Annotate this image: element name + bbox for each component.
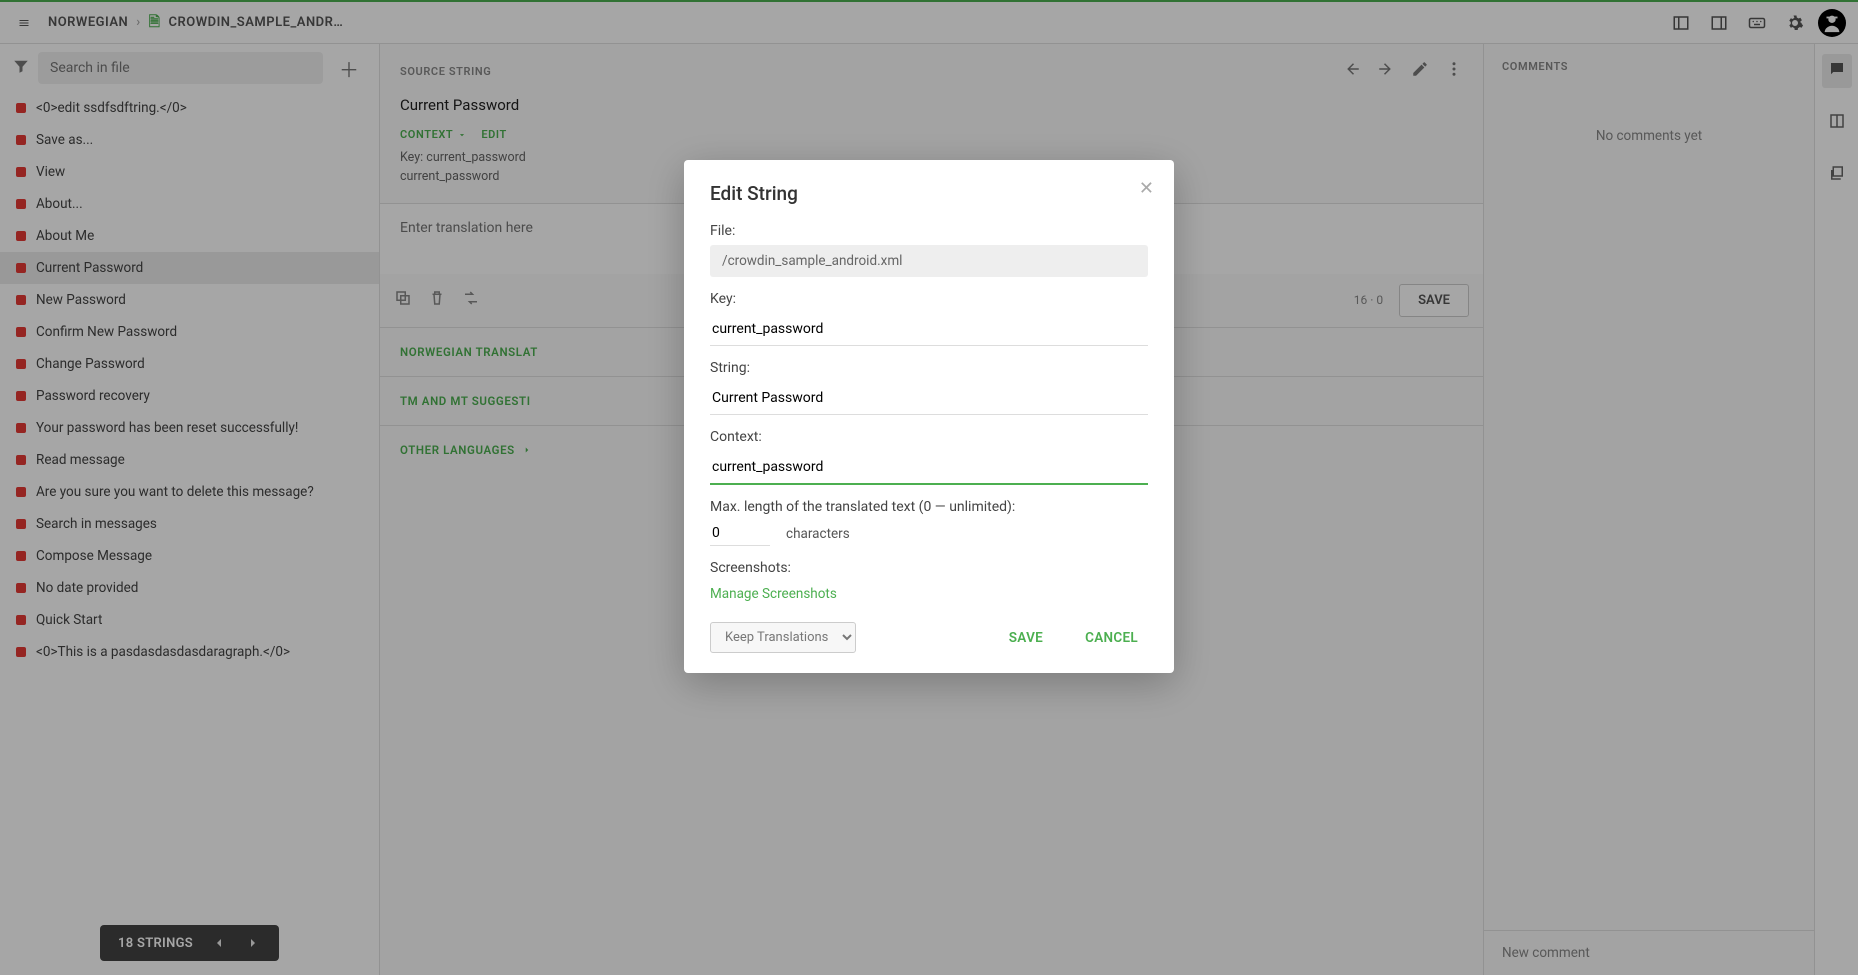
- keep-translations-select[interactable]: Keep Translations: [710, 622, 856, 653]
- context-input[interactable]: [710, 453, 1148, 485]
- modal-title: Edit String: [710, 182, 1148, 205]
- key-label: Key:: [710, 291, 1148, 307]
- characters-label: characters: [786, 526, 850, 542]
- string-input[interactable]: [710, 384, 1148, 415]
- file-value: /crowdin_sample_android.xml: [710, 245, 1148, 277]
- modal-save-button[interactable]: SAVE: [999, 624, 1053, 652]
- modal-cancel-button[interactable]: CANCEL: [1075, 624, 1148, 652]
- close-icon[interactable]: ✕: [1139, 178, 1154, 199]
- screenshots-label: Screenshots:: [710, 560, 1148, 576]
- string-label: String:: [710, 360, 1148, 376]
- key-input[interactable]: [710, 315, 1148, 346]
- maxlength-label: Max. length of the translated text (0 — …: [710, 499, 1148, 515]
- file-label: File:: [710, 223, 1148, 239]
- modal-overlay[interactable]: Edit String ✕ File: /crowdin_sample_andr…: [0, 0, 1858, 975]
- context-label: Context:: [710, 429, 1148, 445]
- manage-screenshots-link[interactable]: Manage Screenshots: [710, 586, 837, 602]
- maxlength-input[interactable]: [710, 521, 770, 546]
- edit-string-modal: Edit String ✕ File: /crowdin_sample_andr…: [684, 160, 1174, 673]
